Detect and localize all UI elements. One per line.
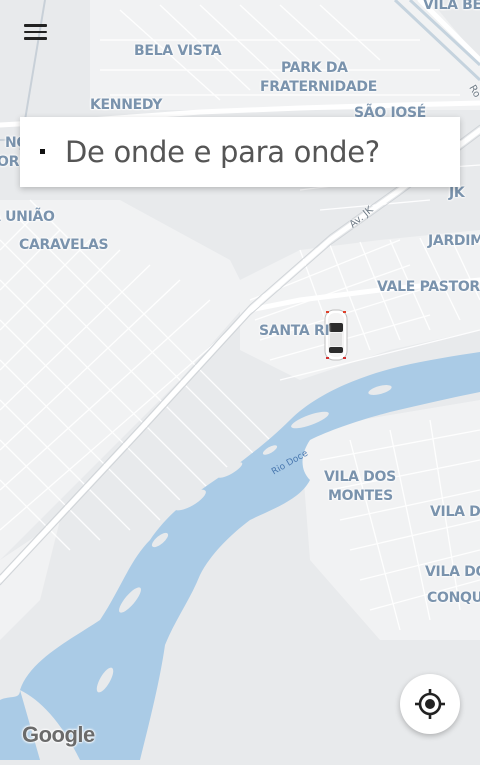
hamburger-menu-icon-bar	[23, 37, 47, 40]
map-label-montes: MONTES	[328, 488, 393, 504]
map-label-vila-dos: VILA DOS	[324, 469, 396, 485]
origin-dot-icon	[40, 149, 45, 154]
menu-button[interactable]	[14, 14, 56, 50]
map-label-caravelas: CARAVELAS	[19, 237, 109, 253]
locate-me-button[interactable]	[400, 674, 460, 734]
map-label-park-da: PARK DA	[281, 60, 348, 76]
map-label-kennedy: KENNEDY	[90, 97, 163, 113]
map-label-vila-do-right: VILA DO	[430, 504, 480, 520]
search-placeholder[interactable]: De onde e para onde?	[65, 134, 380, 170]
map-label-jardim: JARDIM	[428, 233, 480, 249]
map-label-conqu: CONQU	[427, 590, 480, 606]
map-label-bela-vista: BELA VISTA	[134, 43, 222, 59]
map-label-vila-do-lower: VILA DO	[425, 564, 480, 580]
my-location-icon	[415, 689, 445, 719]
hamburger-menu-icon-bar	[23, 30, 47, 34]
map-label-vale-pastoril: VALE PASTORIL	[377, 279, 480, 295]
google-logo: Google	[22, 722, 95, 747]
map-label-santa-ri: SANTA RI	[259, 323, 330, 339]
map-label-uniao: A UNIÃO	[0, 209, 55, 225]
map-label-fraternidade: FRATERNIDADE	[260, 79, 377, 95]
hamburger-menu-icon-bar	[23, 24, 47, 27]
map-label-vila-top: VILA BE	[423, 0, 480, 13]
map-view[interactable]: VILA BE BELA VISTA PARK DA FRATERNIDADE …	[0, 0, 480, 760]
